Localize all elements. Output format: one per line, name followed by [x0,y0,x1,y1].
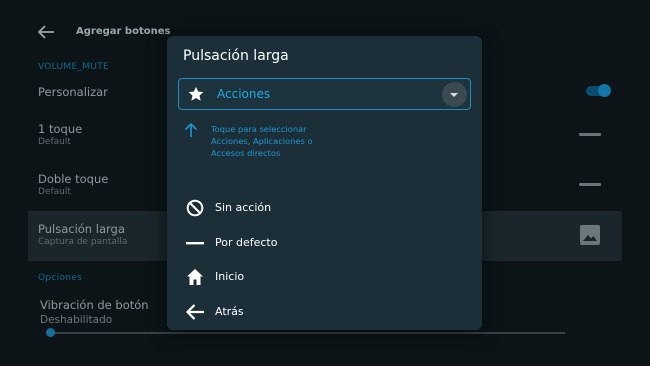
star-icon [188,86,204,101]
row-single-tap-title[interactable]: 1 toque [38,122,82,136]
toggle-thumb[interactable] [598,84,611,97]
row-long-press-title[interactable]: Pulsación larga [38,222,125,236]
option-home[interactable]: Inicio [167,260,482,294]
block-icon [186,199,204,217]
row-personalize-title[interactable]: Personalizar [38,85,108,99]
dialog-title: Pulsación larga [183,48,289,64]
home-icon [187,269,203,285]
option-label: Inicio [215,270,245,283]
option-label: Atrás [215,305,244,318]
dropdown-expand-button[interactable] [442,82,467,107]
long-press-dialog: Pulsación larga Acciones Toque para sele… [167,36,482,330]
image-icon [580,225,600,245]
row-vibration-title[interactable]: Vibración de botón [40,298,149,312]
page-title: Agregar botones [76,26,171,37]
vibration-slider-thumb[interactable] [46,328,55,337]
option-label: Sin acción [215,201,272,214]
row-long-press-subtitle: Captura de pantalla [38,237,128,247]
section-label-volume-mute: VOLUME_MUTE [38,62,110,72]
option-label: Por defecto [215,236,278,249]
dropdown-selected-value: Acciones [217,87,271,101]
option-default[interactable]: Por defecto [167,226,482,260]
dash-icon [186,242,204,245]
row-vibration-subtitle: Deshabilitado [40,314,113,326]
chevron-down-icon [450,93,458,97]
dash-icon [579,183,601,186]
dropdown-hint: Toque para seleccionar Acciones, Aplicac… [211,124,313,158]
dash-icon [579,133,601,136]
row-double-tap-subtitle: Default [38,187,71,197]
option-no-action[interactable]: Sin acción [167,191,482,225]
vibration-slider-track[interactable] [50,332,565,334]
row-double-tap-title[interactable]: Doble toque [38,172,108,186]
option-back[interactable]: Atrás [167,295,482,329]
arrow-left-icon [185,304,204,320]
back-arrow-icon[interactable] [34,22,58,42]
row-single-tap-subtitle: Default [38,137,71,147]
action-type-dropdown[interactable]: Acciones [178,78,471,110]
arrow-up-icon [184,122,198,137]
section-label-options: Opciones [38,273,83,283]
